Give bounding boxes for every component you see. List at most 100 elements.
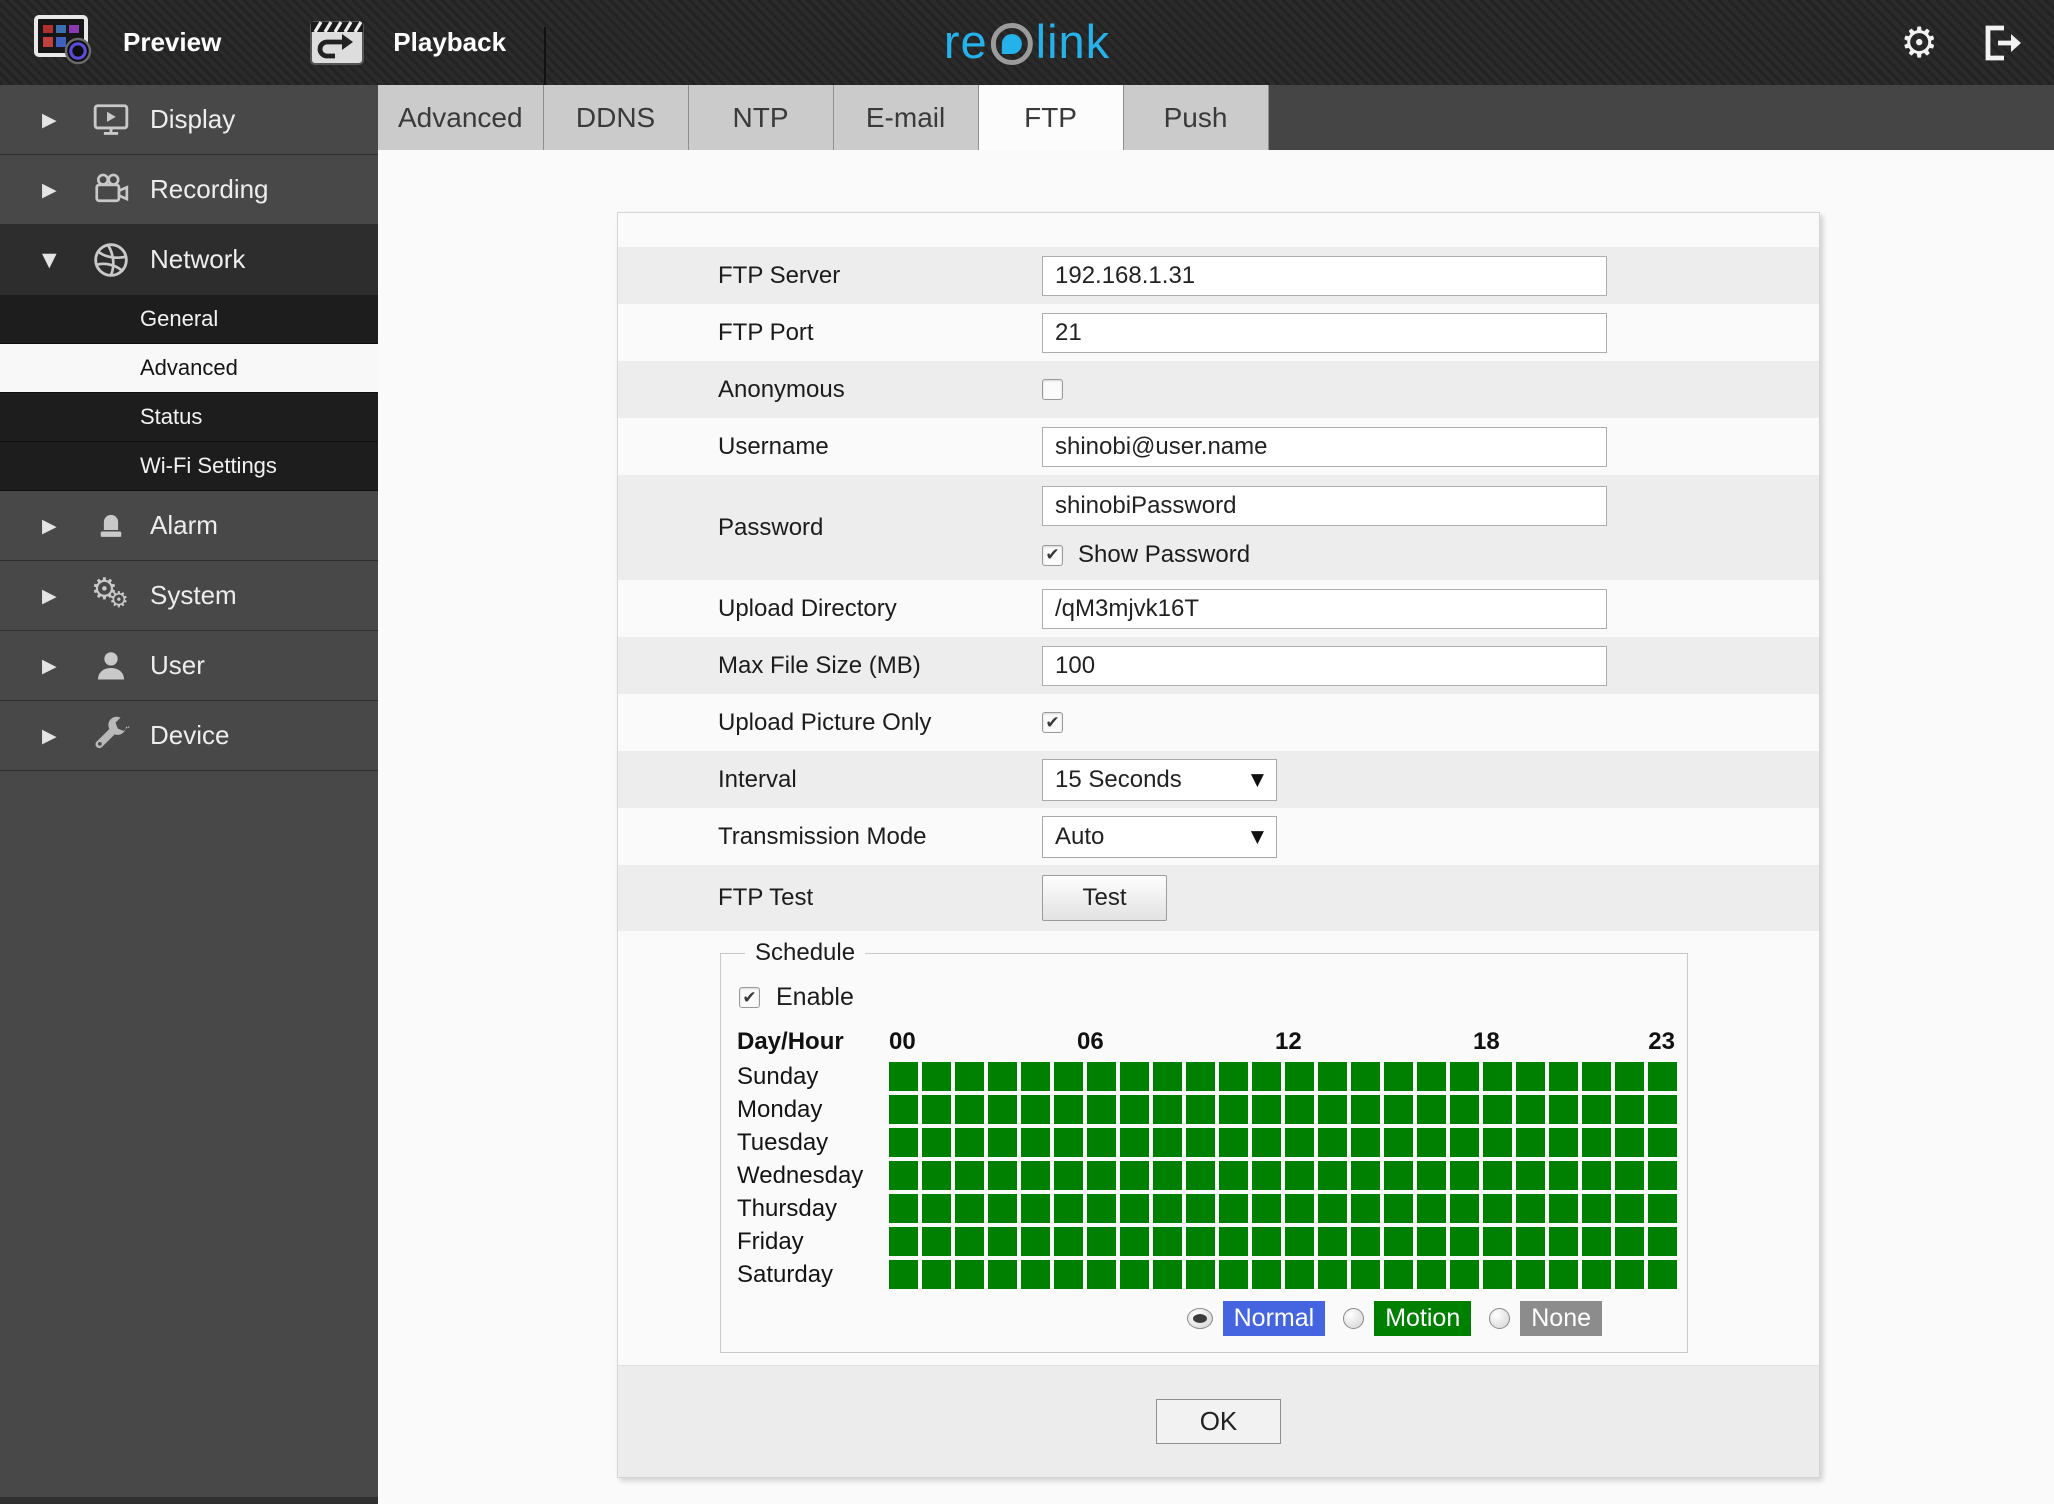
- schedule-cell[interactable]: [1285, 1128, 1314, 1157]
- sidebar-subitem-status[interactable]: Status: [0, 393, 378, 442]
- schedule-cell[interactable]: [1450, 1227, 1479, 1256]
- tab-ftp[interactable]: FTP: [978, 85, 1124, 150]
- schedule-cell[interactable]: [1120, 1128, 1149, 1157]
- preview-button[interactable]: Preview: [33, 13, 221, 72]
- schedule-cell[interactable]: [1087, 1128, 1116, 1157]
- schedule-cell[interactable]: [1219, 1227, 1248, 1256]
- mode-label-normal[interactable]: Normal: [1222, 1301, 1326, 1336]
- schedule-cell[interactable]: [1615, 1260, 1644, 1289]
- schedule-cell[interactable]: [1351, 1194, 1380, 1223]
- schedule-cell[interactable]: [1648, 1161, 1677, 1190]
- schedule-cell[interactable]: [1153, 1095, 1182, 1124]
- schedule-cell[interactable]: [1186, 1161, 1215, 1190]
- schedule-cell[interactable]: [1450, 1161, 1479, 1190]
- schedule-cell[interactable]: [1615, 1062, 1644, 1091]
- schedule-cell[interactable]: [1021, 1161, 1050, 1190]
- schedule-cell[interactable]: [988, 1062, 1017, 1091]
- schedule-cell[interactable]: [1648, 1128, 1677, 1157]
- schedule-cell[interactable]: [1120, 1095, 1149, 1124]
- schedule-cell[interactable]: [1252, 1260, 1281, 1289]
- schedule-cell[interactable]: [988, 1161, 1017, 1190]
- schedule-cell[interactable]: [1516, 1194, 1545, 1223]
- sidebar-subitem-general[interactable]: General: [0, 295, 378, 344]
- schedule-cell[interactable]: [1384, 1260, 1413, 1289]
- schedule-cell[interactable]: [1417, 1227, 1446, 1256]
- schedule-cell[interactable]: [889, 1227, 918, 1256]
- schedule-cell[interactable]: [1549, 1161, 1578, 1190]
- schedule-cell[interactable]: [1021, 1095, 1050, 1124]
- tab-advanced[interactable]: Advanced: [378, 85, 544, 150]
- schedule-cell[interactable]: [1186, 1062, 1215, 1091]
- schedule-cell[interactable]: [1582, 1194, 1611, 1223]
- schedule-cell[interactable]: [1285, 1194, 1314, 1223]
- schedule-cell[interactable]: [1153, 1062, 1182, 1091]
- schedule-cell[interactable]: [922, 1161, 951, 1190]
- upload-directory-input[interactable]: [1042, 588, 1607, 629]
- schedule-cell[interactable]: [1648, 1062, 1677, 1091]
- schedule-cell[interactable]: [1516, 1161, 1545, 1190]
- schedule-cell[interactable]: [1318, 1227, 1347, 1256]
- schedule-cell[interactable]: [988, 1227, 1017, 1256]
- schedule-cell[interactable]: [1582, 1161, 1611, 1190]
- schedule-cell[interactable]: [1120, 1194, 1149, 1223]
- ftp-port-input[interactable]: [1042, 312, 1607, 353]
- schedule-cell[interactable]: [1648, 1227, 1677, 1256]
- schedule-cell[interactable]: [1252, 1128, 1281, 1157]
- tab-ddns[interactable]: DDNS: [543, 85, 689, 150]
- schedule-cell[interactable]: [1384, 1062, 1413, 1091]
- schedule-enable-checkbox[interactable]: [739, 987, 760, 1008]
- schedule-cell[interactable]: [1516, 1260, 1545, 1289]
- schedule-cell[interactable]: [1483, 1128, 1512, 1157]
- schedule-cell[interactable]: [1054, 1095, 1083, 1124]
- schedule-cell[interactable]: [1186, 1194, 1215, 1223]
- schedule-cell[interactable]: [1285, 1095, 1314, 1124]
- schedule-cell[interactable]: [1087, 1260, 1116, 1289]
- schedule-cell[interactable]: [922, 1194, 951, 1223]
- schedule-cell[interactable]: [1285, 1062, 1314, 1091]
- schedule-cell[interactable]: [1582, 1095, 1611, 1124]
- schedule-cell[interactable]: [889, 1095, 918, 1124]
- schedule-cell[interactable]: [1549, 1194, 1578, 1223]
- tab-push[interactable]: Push: [1123, 85, 1269, 150]
- schedule-cell[interactable]: [1549, 1062, 1578, 1091]
- schedule-cell[interactable]: [922, 1260, 951, 1289]
- sidebar-item-network[interactable]: ▼ Network: [0, 225, 378, 295]
- schedule-cell[interactable]: [1318, 1062, 1347, 1091]
- schedule-cell[interactable]: [1384, 1194, 1413, 1223]
- schedule-cell[interactable]: [1417, 1260, 1446, 1289]
- schedule-cell[interactable]: [1351, 1095, 1380, 1124]
- schedule-cell[interactable]: [1549, 1095, 1578, 1124]
- schedule-cell[interactable]: [955, 1062, 984, 1091]
- schedule-cell[interactable]: [1549, 1260, 1578, 1289]
- schedule-cell[interactable]: [1615, 1227, 1644, 1256]
- schedule-cell[interactable]: [1582, 1260, 1611, 1289]
- schedule-cell[interactable]: [1219, 1128, 1248, 1157]
- schedule-cell[interactable]: [1384, 1128, 1413, 1157]
- schedule-cell[interactable]: [1417, 1062, 1446, 1091]
- schedule-cell[interactable]: [1120, 1260, 1149, 1289]
- schedule-cell[interactable]: [1252, 1062, 1281, 1091]
- schedule-cell[interactable]: [889, 1062, 918, 1091]
- interval-select[interactable]: 15 Seconds ▼: [1042, 758, 1277, 801]
- schedule-cell[interactable]: [1087, 1161, 1116, 1190]
- sidebar-item-system[interactable]: ▶ ⚙ ⚙ System: [0, 561, 378, 631]
- show-password-checkbox[interactable]: [1042, 544, 1063, 566]
- sidebar-item-alarm[interactable]: ▶ Alarm: [0, 491, 378, 561]
- schedule-cell[interactable]: [1417, 1161, 1446, 1190]
- schedule-cell[interactable]: [1582, 1128, 1611, 1157]
- schedule-cell[interactable]: [1351, 1062, 1380, 1091]
- schedule-cell[interactable]: [1219, 1095, 1248, 1124]
- settings-gear-icon[interactable]: ⚙: [1900, 21, 1938, 64]
- schedule-cell[interactable]: [1615, 1128, 1644, 1157]
- schedule-cell[interactable]: [1450, 1194, 1479, 1223]
- sidebar-item-display[interactable]: ▶ Display: [0, 85, 378, 155]
- max-file-size-mb-input[interactable]: [1042, 645, 1607, 686]
- logout-icon[interactable]: [1980, 22, 2026, 64]
- playback-button[interactable]: Playback: [309, 14, 506, 71]
- schedule-cell[interactable]: [889, 1161, 918, 1190]
- schedule-cell[interactable]: [1516, 1227, 1545, 1256]
- schedule-cell[interactable]: [1582, 1227, 1611, 1256]
- schedule-cell[interactable]: [1153, 1227, 1182, 1256]
- schedule-cell[interactable]: [1087, 1095, 1116, 1124]
- test-button[interactable]: Test: [1042, 875, 1167, 921]
